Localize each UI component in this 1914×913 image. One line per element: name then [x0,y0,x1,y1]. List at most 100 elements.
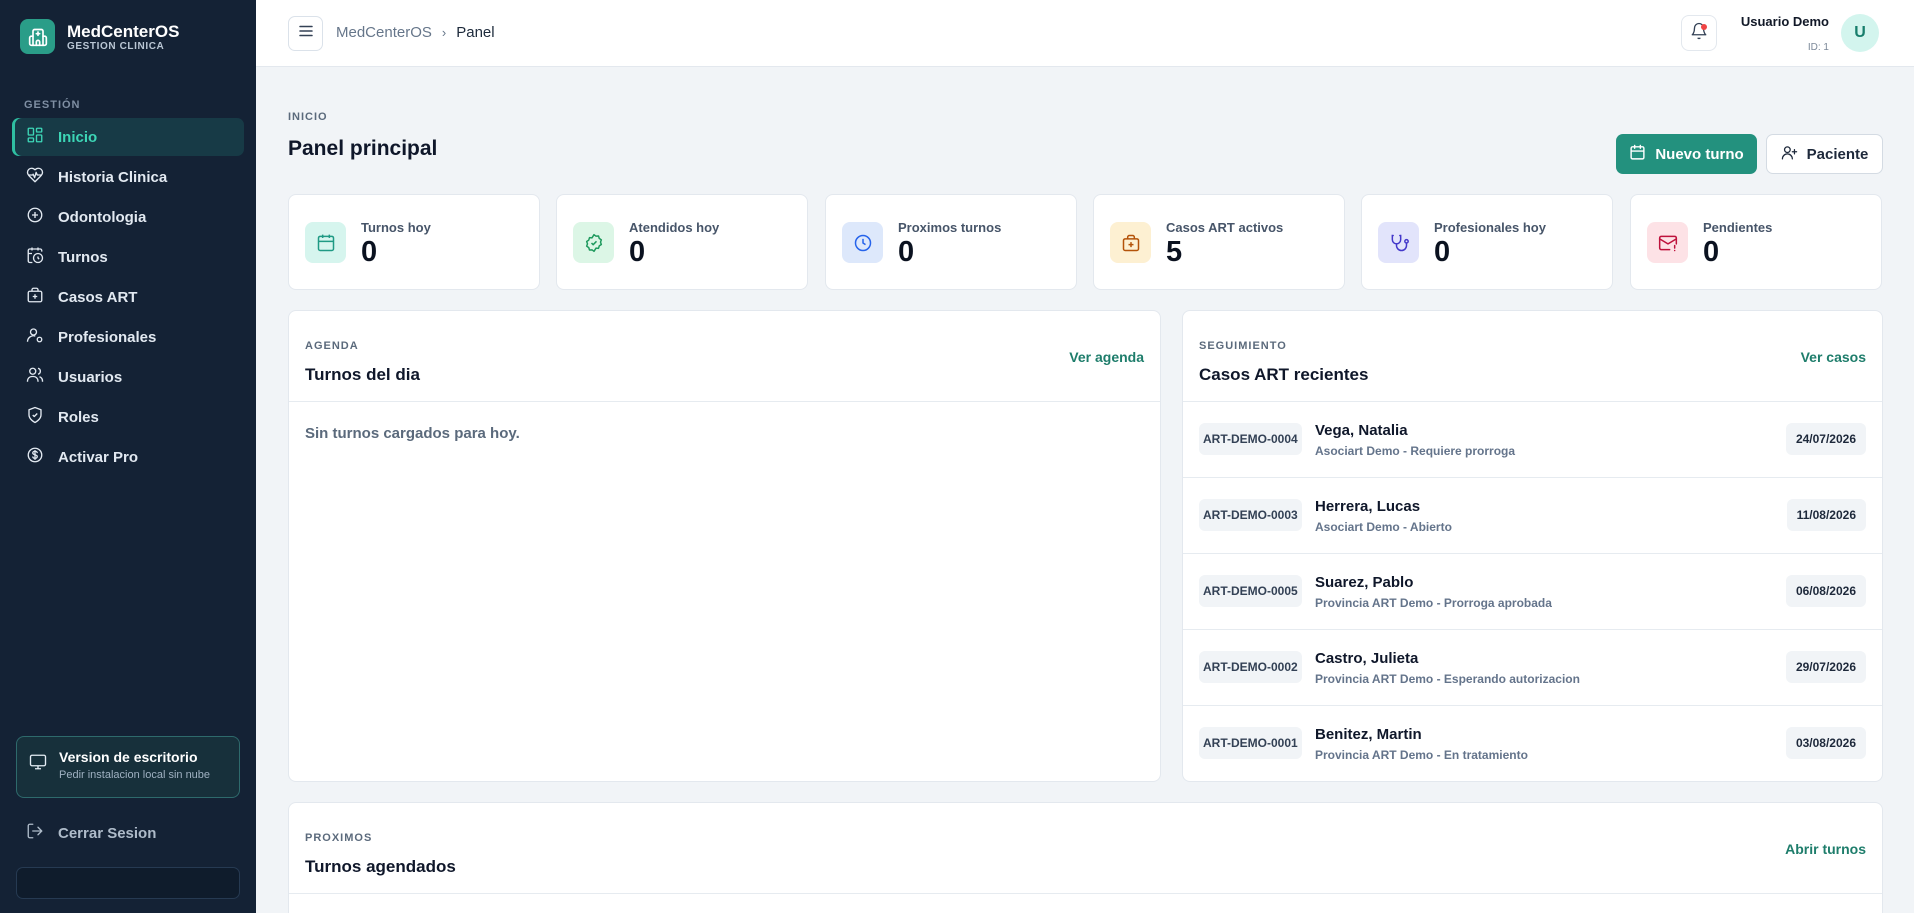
sidebar-item-turnos[interactable]: Turnos [12,238,244,276]
grid-icon [26,126,44,148]
sidebar-item-label: Turnos [58,248,108,266]
breadcrumb-current: Panel [456,24,495,41]
case-row[interactable]: ART-DEMO-0005 Suarez, Pablo Provincia AR… [1183,553,1882,629]
app-name: MedCenterOS [67,21,180,41]
brand[interactable]: MedCenterOS GESTION CLINICA [20,19,179,54]
agenda-title: Turnos del dia [305,365,420,384]
logout-label: Cerrar Sesion [58,824,157,842]
stat-card-casos-art[interactable]: Casos ART activos 5 [1093,194,1345,290]
stat-label: Profesionales hoy [1434,220,1546,235]
sidebar-item-odontologia[interactable]: Odontologia [12,198,244,236]
heart-pulse-icon [26,166,44,188]
user-cog-icon [26,326,44,348]
avatar[interactable]: U [1841,14,1879,52]
page-kicker: INICIO [288,111,328,123]
case-date: 29/07/2026 [1785,651,1866,683]
upcoming-panel: PROXIMOS Turnos agendados Abrir turnos [288,802,1883,913]
case-code: ART-DEMO-0002 [1199,651,1302,683]
user-id: ID: 1 [1807,42,1829,53]
open-appointments-link[interactable]: Abrir turnos [1785,841,1866,857]
stat-card-profesionales-hoy[interactable]: Profesionales hoy 0 [1361,194,1613,290]
desktop-version-card[interactable]: Version de escritorio Pedir instalacion … [16,736,240,798]
sidebar-item-label: Casos ART [58,288,138,306]
sidebar-item-usuarios[interactable]: Usuarios [12,358,244,396]
logout-button[interactable]: Cerrar Sesion [26,822,156,844]
sidebar-item-casos-art[interactable]: Casos ART [12,278,244,316]
app-subtitle: GESTION CLINICA [67,40,165,52]
case-row[interactable]: ART-DEMO-0002 Castro, Julieta Provincia … [1183,629,1882,705]
case-detail: Provincia ART Demo - Esperando autorizac… [1315,672,1580,686]
sidebar-item-historia-clinica[interactable]: Historia Clinica [12,158,244,196]
stat-card-proximos-turnos[interactable]: Proximos turnos 0 [825,194,1077,290]
logout-icon [26,822,44,844]
cases-panel: SEGUIMIENTO Casos ART recientes Ver caso… [1182,310,1883,782]
topbar: MedCenterOS › Panel Usuario Demo ID: 1 U [256,0,1914,67]
briefcase-medical-icon [26,286,44,308]
case-date: 11/08/2026 [1786,499,1866,531]
sidebar-item-label: Roles [58,408,99,426]
upcoming-title: Turnos agendados [305,857,456,876]
stat-value: 0 [898,236,915,268]
calendar-icon [305,222,346,263]
hamburger-icon [297,22,315,45]
sidebar-item-inicio[interactable]: Inicio [12,118,244,156]
agenda-kicker: AGENDA [305,340,359,352]
new-appointment-button[interactable]: Nuevo turno [1616,134,1757,174]
stat-value: 0 [361,236,378,268]
desktop-card-title: Version de escritorio [59,749,198,765]
check-badge-icon [573,222,614,263]
case-detail: Provincia ART Demo - Prorroga aprobada [1315,596,1552,610]
stethoscope-icon [1378,222,1419,263]
menu-toggle-button[interactable] [288,16,323,51]
stat-card-pendientes[interactable]: Pendientes 0 [1630,194,1882,290]
case-row[interactable]: ART-DEMO-0003 Herrera, Lucas Asociart De… [1183,477,1882,553]
divider [289,401,1160,402]
chevron-right-icon: › [441,25,447,40]
sidebar-item-label: Activar Pro [58,448,139,466]
stat-value: 0 [629,236,646,268]
stat-label: Turnos hoy [361,220,431,235]
case-date: 24/07/2026 [1785,423,1866,455]
cases-title: Casos ART recientes [1199,365,1369,384]
user-plus-icon [1781,144,1798,165]
users-icon [26,366,44,388]
case-date: 03/08/2026 [1785,727,1866,759]
calendar-clock-icon [26,246,44,268]
sidebar-footer-field[interactable] [16,867,240,899]
stat-label: Pendientes [1703,220,1773,235]
case-row[interactable]: ART-DEMO-0001 Benitez, Martin Provincia … [1183,705,1882,781]
stat-value: 0 [1703,236,1720,268]
view-agenda-link[interactable]: Ver agenda [1069,349,1144,365]
stat-label: Atendidos hoy [629,220,720,235]
shield-check-icon [26,406,44,428]
stat-card-turnos-hoy[interactable]: Turnos hoy 0 [288,194,540,290]
mail-alert-icon [1647,222,1688,263]
stat-label: Proximos turnos [898,220,1002,235]
cases-kicker: SEGUIMIENTO [1199,340,1287,352]
sidebar-nav: Inicio Historia Clinica Odontologia Turn… [12,118,244,478]
notifications-button[interactable] [1681,15,1717,51]
user-name: Usuario Demo [1740,14,1829,29]
sidebar-item-activar-pro[interactable]: Activar Pro [12,438,244,476]
sidebar-item-label: Usuarios [58,368,123,386]
breadcrumb: MedCenterOS › Panel [336,24,495,41]
desktop-card-subtitle: Pedir instalacion local sin nube [59,769,211,781]
notification-dot [1701,24,1707,30]
sidebar-item-profesionales[interactable]: Profesionales [12,318,244,356]
breadcrumb-root[interactable]: MedCenterOS [336,24,432,41]
stat-value: 0 [1434,236,1451,268]
new-appointment-label: Nuevo turno [1655,145,1744,163]
sidebar: MedCenterOS GESTION CLINICA GESTIÓN Inic… [0,0,256,913]
view-cases-link[interactable]: Ver casos [1801,349,1866,365]
case-patient-name: Herrera, Lucas [1315,498,1421,515]
case-patient-name: Castro, Julieta [1315,650,1419,667]
case-patient-name: Benitez, Martin [1315,726,1422,743]
case-detail: Asociart Demo - Requiere prorroga [1315,444,1516,458]
agenda-panel: AGENDA Turnos del dia Ver agenda Sin tur… [288,310,1161,782]
sidebar-item-roles[interactable]: Roles [12,398,244,436]
case-row[interactable]: ART-DEMO-0004 Vega, Natalia Asociart Dem… [1183,401,1882,477]
stat-card-atendidos-hoy[interactable]: Atendidos hoy 0 [556,194,808,290]
sidebar-item-label: Inicio [58,128,98,146]
sidebar-item-label: Odontologia [58,208,147,226]
add-patient-button[interactable]: Paciente [1766,134,1883,174]
